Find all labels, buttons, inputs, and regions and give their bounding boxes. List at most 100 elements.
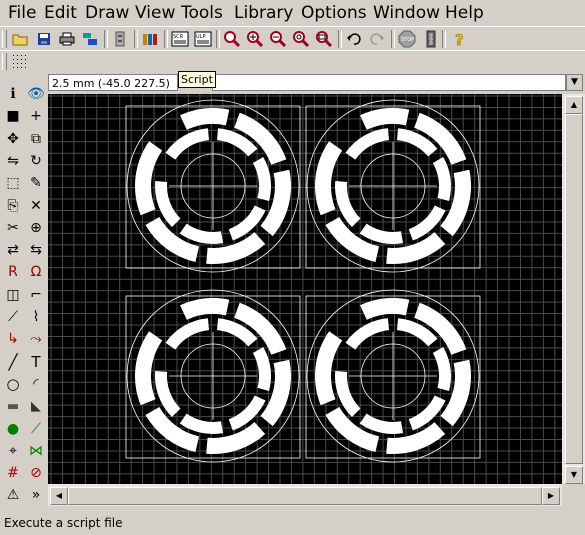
horizontal-scrollbar[interactable]: ◀ ▶ [48, 484, 562, 506]
arc-icon[interactable]: ◜ [25, 374, 47, 394]
toolbar-grip [2, 30, 7, 48]
redo-icon[interactable] [367, 29, 387, 49]
rotate-icon[interactable]: ↻ [25, 151, 47, 171]
svg-text:ULP: ULP [196, 34, 205, 40]
scroll-up-icon[interactable]: ▲ [565, 96, 583, 114]
replace-icon[interactable]: ⇄ [2, 240, 24, 260]
add-icon[interactable]: ⊕ [25, 218, 47, 238]
chevron-down-icon: ▼ [571, 77, 578, 87]
zoom-out-icon[interactable] [268, 29, 288, 49]
more-icon[interactable]: » [25, 485, 47, 505]
vertical-scroll-thumb[interactable] [565, 114, 583, 464]
ulp-icon[interactable]: ULP [193, 29, 213, 49]
save-icon[interactable] [34, 29, 54, 49]
group-icon[interactable]: ⬚ [2, 173, 24, 193]
open-icon[interactable] [10, 29, 30, 49]
zoom-select-icon[interactable] [314, 29, 334, 49]
toolbar-separator [338, 30, 342, 48]
horizontal-scroll-thumb[interactable] [68, 487, 542, 505]
cut-icon[interactable]: ✂ [2, 218, 24, 238]
change-icon[interactable]: ✎ [25, 173, 47, 193]
move-icon[interactable]: ✥ [2, 129, 24, 149]
rect-icon[interactable]: ▬ [2, 396, 24, 416]
route-icon[interactable]: ↳ [2, 329, 24, 349]
drawing-canvas[interactable] [48, 94, 562, 484]
svg-text:SCR: SCR [173, 34, 184, 40]
status-text: Execute a script file [4, 516, 123, 530]
optimize-icon[interactable]: ⌇ [25, 307, 47, 327]
ratsnest-icon[interactable]: ⋈ [25, 441, 47, 461]
zoom-in-icon[interactable] [245, 29, 265, 49]
erc-icon[interactable]: ⊘ [25, 463, 47, 483]
ripup-icon[interactable]: ⤳ [25, 329, 47, 349]
stop-icon[interactable]: STOP [397, 29, 417, 49]
auto-icon[interactable]: # [2, 463, 24, 483]
command-bar: 2.5 mm (-45.0 227.5) ▼ [0, 72, 585, 94]
circle-icon[interactable]: ○ [2, 374, 24, 394]
mirror-icon[interactable]: ⇋ [2, 151, 24, 171]
svg-text:STOP: STOP [401, 37, 414, 43]
menu-view[interactable]: View [135, 3, 175, 23]
value-icon[interactable]: Ω [25, 262, 47, 282]
show-icon[interactable]: 👁 [25, 84, 47, 104]
toolbar-separator [216, 30, 220, 48]
board-layout[interactable] [48, 94, 562, 484]
menu-tools[interactable]: Tools [181, 3, 223, 23]
print-icon[interactable] [57, 29, 77, 49]
toolbar-grip [2, 53, 7, 70]
library-icon[interactable] [140, 29, 160, 49]
menu-bar: File Edit Draw View Tools Library Option… [0, 0, 585, 26]
errors-icon[interactable]: ⚠ [2, 485, 24, 505]
scroll-left-icon[interactable]: ◀ [50, 487, 68, 505]
scroll-right-icon[interactable]: ▶ [542, 487, 560, 505]
drc-icon[interactable] [110, 29, 130, 49]
svg-text:?: ? [455, 31, 464, 47]
zoom-fit-icon[interactable] [222, 29, 242, 49]
menu-file[interactable]: File [8, 3, 36, 23]
via-icon[interactable]: ● [2, 419, 24, 439]
toolbar-separator [134, 30, 138, 48]
copy-icon[interactable]: ⧉ [25, 129, 47, 149]
menu-library[interactable]: Library [234, 3, 293, 23]
menu-options[interactable]: Options [301, 3, 367, 23]
signal-icon[interactable]: ⟋ [25, 419, 47, 439]
delete-icon[interactable]: ✕ [25, 196, 47, 216]
text-icon[interactable]: T [25, 352, 47, 372]
tool-palette: ℹ 👁 ■ + ✥ ⧉ ⇋ ↻ ⬚ ✎ ⎘ ✕ ✂ ⊕ ⇄ ⇆ R Ω ◫ ⌐ ⟋ ⌇ ↳ ⤳ ╱ T ○ ◜ ▬ ◣ ● ⟋ ⌖ ⋈ # ⊘ ⚠» [0, 80, 48, 510]
hole-icon[interactable]: ⌖ [2, 441, 24, 461]
wire-icon[interactable]: ╱ [2, 352, 24, 372]
command-history-dropdown[interactable]: ▼ [566, 74, 583, 91]
undo-icon[interactable] [344, 29, 364, 49]
main-toolbar: SCR ULP STOP ? [0, 26, 585, 51]
name-icon[interactable]: R [2, 262, 24, 282]
menu-window[interactable]: Window [373, 3, 440, 23]
scroll-down-icon[interactable]: ▼ [565, 466, 583, 484]
polygon-icon[interactable]: ◣ [25, 396, 47, 416]
toolbar-separator [104, 30, 108, 48]
toolbar-separator [442, 30, 446, 48]
display-icon[interactable]: ■ [2, 106, 24, 126]
menu-draw[interactable]: Draw [85, 3, 129, 23]
paste-icon[interactable]: ⎘ [2, 196, 24, 216]
pinswap-icon[interactable]: ⇆ [25, 240, 47, 260]
vertical-scrollbar[interactable]: ▲ ▼ [562, 94, 585, 484]
parameter-toolbar [0, 50, 585, 73]
coordinate-display: 2.5 mm (-45.0 227.5) [48, 74, 178, 91]
mark-icon[interactable]: + [25, 106, 47, 126]
grid-icon[interactable] [9, 51, 29, 71]
help-icon[interactable]: ? [450, 29, 470, 49]
menu-edit[interactable]: Edit [44, 3, 77, 23]
go-icon[interactable] [421, 29, 441, 49]
toolbar-separator [164, 30, 168, 48]
info-icon[interactable]: ℹ [2, 84, 24, 104]
script-icon[interactable]: SCR [170, 29, 190, 49]
miter-icon[interactable]: ⌐ [25, 285, 47, 305]
status-bar: Execute a script file [0, 510, 585, 535]
menu-help[interactable]: Help [445, 3, 484, 23]
split-icon[interactable]: ⟋ [2, 307, 24, 327]
cam-icon[interactable] [80, 29, 100, 49]
smash-icon[interactable]: ◫ [2, 285, 24, 305]
tooltip: Script [178, 71, 216, 88]
zoom-redraw-icon[interactable] [291, 29, 311, 49]
command-line-input[interactable] [212, 74, 566, 91]
